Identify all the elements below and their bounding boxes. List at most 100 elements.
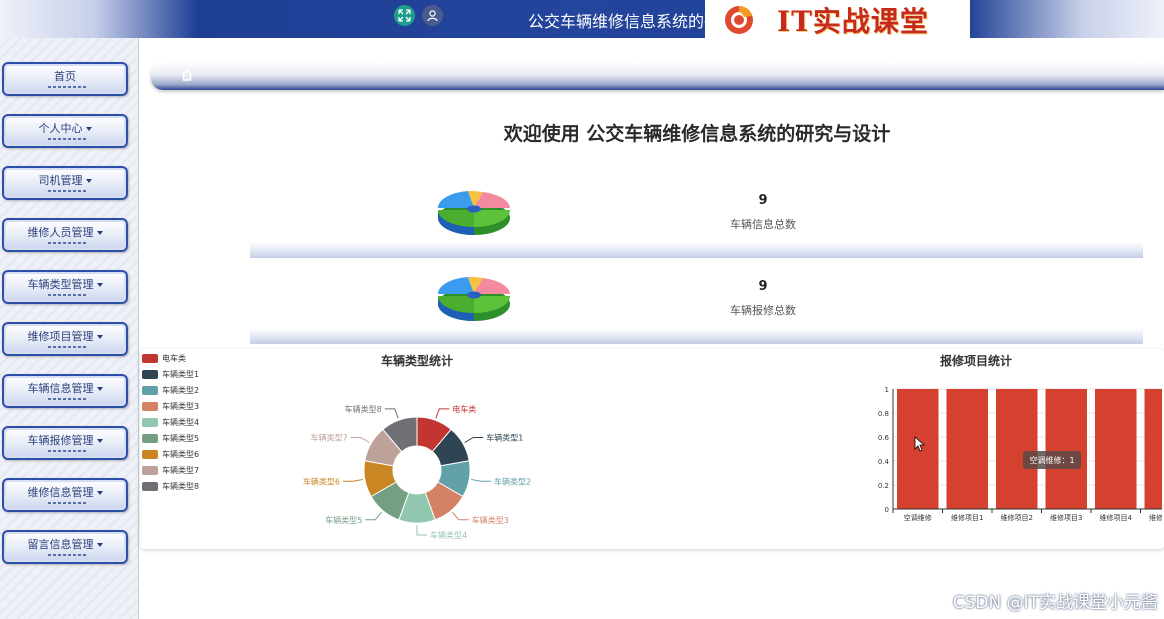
legend-label: 车辆类型8 xyxy=(162,481,200,491)
menu-decoration xyxy=(48,294,88,296)
pie-label-line xyxy=(416,525,427,536)
system-title: 公交车辆维修信息系统的研究与设计 xyxy=(528,12,708,31)
bar[interactable] xyxy=(1095,389,1137,509)
pie-data-label: 车辆类型4 xyxy=(430,530,467,540)
sidebar-item-3[interactable]: 司机管理 xyxy=(2,166,128,200)
sidebar-item-4[interactable]: 维修人员管理 xyxy=(2,218,128,252)
caret-down-icon xyxy=(96,335,103,339)
y-tick-label: 0.6 xyxy=(878,434,890,442)
brand-overlay: IT实战课堂 xyxy=(705,0,970,40)
legend-swatch xyxy=(142,449,158,459)
legend-swatch xyxy=(142,385,158,395)
breadcrumb xyxy=(151,62,1164,90)
legend-item[interactable]: 车辆类型5 xyxy=(142,433,199,443)
x-tick-label: 维修项目1 xyxy=(951,513,983,522)
stat-card-vehicles: 9 车辆信息总数 xyxy=(250,179,1143,258)
pie-data-label: 车辆类型2 xyxy=(494,476,531,486)
caret-down-icon xyxy=(96,491,103,495)
bar[interactable] xyxy=(946,389,989,509)
sidebar-item-9[interactable]: 维修信息管理 xyxy=(2,478,128,512)
legend-item[interactable]: 车辆类型3 xyxy=(142,401,199,411)
brand-logo-icon xyxy=(725,6,753,34)
sidebar-item-label: 车辆类型管理 xyxy=(28,276,103,292)
sidebar-item-8[interactable]: 车辆报修管理 xyxy=(2,426,128,460)
sidebar-item-label: 维修信息管理 xyxy=(28,484,103,500)
y-tick-label: 1 xyxy=(885,386,889,394)
bar[interactable] xyxy=(1144,389,1163,509)
tooltip-text: 空调维修：1 xyxy=(1029,455,1074,465)
legend-label: 车辆类型1 xyxy=(162,369,200,379)
stat-label: 车辆报修总数 xyxy=(730,304,796,317)
legend-item[interactable]: 车辆类型6 xyxy=(142,449,199,459)
legend-item[interactable]: 车辆类型4 xyxy=(142,417,199,427)
caret-down-icon xyxy=(96,387,103,391)
legend-item[interactable]: 车辆类型1 xyxy=(142,369,199,379)
stat-value: 9 xyxy=(758,193,768,208)
welcome-title: 欢迎使用 公交车辆维修信息系统的研究与设计 xyxy=(503,123,891,145)
expand-icon[interactable] xyxy=(394,5,415,26)
sidebar-item-label: 个人中心 xyxy=(39,120,92,136)
pie-chart-icon xyxy=(437,276,510,321)
menu-decoration xyxy=(48,450,88,452)
sidebar-item-10[interactable]: 留言信息管理 xyxy=(2,530,128,564)
menu-decoration xyxy=(48,398,88,400)
legend-label: 电车类 xyxy=(162,353,186,363)
top-header: 公交车辆维修信息系统的研究与设计 IT实战课堂 xyxy=(0,0,1164,40)
pie-data-label: 车辆类型6 xyxy=(303,476,340,486)
x-tick-label: 维修项目4 xyxy=(1100,513,1133,522)
bar[interactable] xyxy=(996,389,1038,509)
pie-label-line xyxy=(435,408,450,419)
sidebar-item-label: 维修项目管理 xyxy=(28,328,103,344)
pie-label-line xyxy=(365,511,383,521)
stat-card-repairs: 9 车辆报修总数 xyxy=(250,265,1143,344)
user-icon[interactable] xyxy=(422,5,443,26)
x-tick-label: 空调维修 xyxy=(904,513,932,522)
sidebar-item-1[interactable]: 首页 xyxy=(2,62,128,96)
legend-swatch xyxy=(142,481,158,491)
legend-swatch xyxy=(142,465,158,475)
legend-item[interactable]: 电车类 xyxy=(142,353,186,363)
legend-item[interactable]: 车辆类型8 xyxy=(142,481,199,491)
sidebar-item-label: 司机管理 xyxy=(39,172,92,188)
sidebar-item-2[interactable]: 个人中心 xyxy=(2,114,128,148)
legend-item[interactable]: 车辆类型7 xyxy=(142,465,199,475)
legend-label: 车辆类型5 xyxy=(162,433,200,443)
pie-data-label: 车辆类型8 xyxy=(345,404,382,414)
x-tick-label: 维修项目2 xyxy=(1001,513,1033,522)
sidebar-item-7[interactable]: 车辆信息管理 xyxy=(2,374,128,408)
caret-down-icon xyxy=(96,439,103,443)
legend-item[interactable]: 车辆类型2 xyxy=(142,385,199,395)
pie-label-line xyxy=(471,479,492,482)
pie-label-line xyxy=(464,437,484,443)
home-icon[interactable] xyxy=(181,69,193,81)
stat-label: 车辆信息总数 xyxy=(730,218,796,231)
pie-data-label: 车辆类型3 xyxy=(472,515,509,525)
caret-down-icon xyxy=(85,179,92,183)
bar[interactable] xyxy=(897,389,939,509)
sidebar-item-label: 首页 xyxy=(54,70,76,83)
menu-decoration xyxy=(48,190,88,192)
brand-text: IT实战课堂 xyxy=(777,5,929,38)
legend-label: 车辆类型3 xyxy=(162,401,200,411)
sidebar-item-label: 车辆信息管理 xyxy=(28,380,103,396)
caret-down-icon xyxy=(96,543,103,547)
pie-chart-icon xyxy=(437,190,510,235)
y-tick-label: 0.8 xyxy=(878,410,889,418)
bar[interactable] xyxy=(1045,389,1088,509)
legend-label: 车辆类型2 xyxy=(162,385,200,395)
sidebar-item-5[interactable]: 车辆类型管理 xyxy=(2,270,128,304)
menu-decoration xyxy=(48,138,88,140)
sidebar-item-label: 留言信息管理 xyxy=(28,536,103,552)
pie-label-line xyxy=(451,511,469,521)
sidebar-item-label: 维修人员管理 xyxy=(28,224,103,240)
bar-chart: 0 0.2 0.4 0.6 0.8 1 空调维修 维修项目1 维修项目2 维修项目3 维修项目4 维修… xyxy=(878,386,1163,522)
menu-decoration xyxy=(48,86,88,88)
sidebar-item-6[interactable]: 维修项目管理 xyxy=(2,322,128,356)
pie-data-label: 车辆类型1 xyxy=(486,433,523,443)
y-tick-label: 0.2 xyxy=(878,482,889,490)
x-tick-label: 维修项目5 xyxy=(1149,513,1162,522)
pie-data-label: 电车类 xyxy=(452,404,476,414)
sidebar: 首页个人中心司机管理维修人员管理 车辆类型管理 维修项目管理 车辆信息管理车辆报修管理… xyxy=(0,38,139,619)
pie-label-line xyxy=(342,479,363,482)
pie-chart: 电车类车辆类型1 车辆类型2 车辆类型3 车辆类型4 车辆类型5 车辆类型6 车辆类型7 车辆… xyxy=(303,404,531,540)
